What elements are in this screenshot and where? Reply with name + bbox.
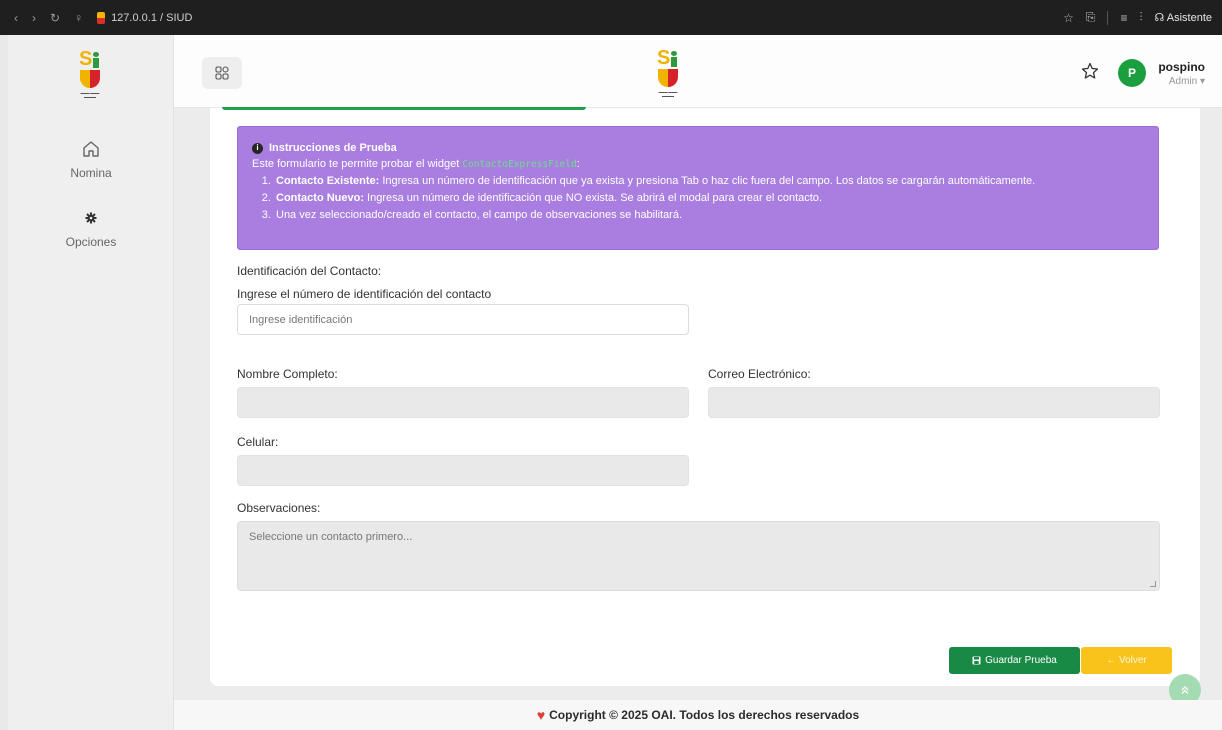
heart-icon: ♥ bbox=[536, 707, 546, 723]
sidebar: S ▬▬▬ ▬▬▬ ▬▬▬▬ Nomina Opciones bbox=[8, 35, 174, 730]
logo-caption: ▬▬▬ ▬▬▬ ▬▬▬▬ bbox=[80, 91, 100, 99]
footer: ♥ Copyright © 2025 OAI. Todos los derech… bbox=[174, 700, 1222, 730]
sidebar-item-label: Nomina bbox=[70, 166, 112, 180]
full-name-label: Nombre Completo: bbox=[237, 367, 338, 381]
assistant-label: Asistente bbox=[1166, 12, 1212, 24]
identification-input[interactable]: Ingrese identificación bbox=[237, 304, 689, 335]
favorite-star-icon[interactable] bbox=[1081, 62, 1099, 85]
email-label: Correo Electrónico: bbox=[708, 367, 811, 381]
widget-name: ContactoExpressField bbox=[462, 159, 577, 170]
phone-field[interactable] bbox=[237, 455, 689, 486]
observations-textarea[interactable]: Seleccione un contacto primero... bbox=[237, 521, 1160, 591]
back-icon[interactable]: ‹ bbox=[14, 11, 18, 25]
info-icon: i bbox=[252, 142, 263, 154]
bookmark-star-icon[interactable]: ☆ bbox=[1063, 11, 1074, 25]
header-logo[interactable]: S ▬▬▬ ▬▬▬ ▬▬▬▬ bbox=[653, 48, 683, 98]
sidebar-item-opciones[interactable]: Opciones bbox=[8, 207, 174, 249]
full-name-field[interactable] bbox=[237, 387, 689, 418]
step-title: Contacto Nuevo: bbox=[276, 192, 364, 204]
save-label: Guardar Prueba bbox=[985, 655, 1057, 666]
microphone-icon[interactable]: ♀ bbox=[74, 11, 83, 25]
favicon-icon bbox=[97, 11, 106, 24]
step-text: Una vez seleccionado/creado el contacto,… bbox=[276, 209, 683, 221]
apps-grid-button[interactable] bbox=[202, 57, 242, 89]
section-label: Identificación del Contacto: bbox=[237, 264, 382, 278]
home-icon bbox=[81, 138, 101, 160]
reload-icon[interactable]: ↻ bbox=[50, 11, 60, 25]
audio-icon[interactable]: ⫶ bbox=[1140, 10, 1143, 25]
logo-caption: ▬▬▬ ▬▬▬ ▬▬▬▬ bbox=[658, 90, 678, 98]
back-button[interactable]: ← Volver bbox=[1081, 647, 1172, 674]
toolbar-divider bbox=[1107, 10, 1109, 25]
user-role: Admin ▾ bbox=[1168, 76, 1205, 87]
user-menu[interactable]: pospino Admin ▾ bbox=[1157, 60, 1205, 87]
browser-toolbar: ‹ › ↻ ♀ 127.0.0.1 / SIUD ☆ ⎘ ≡ ⫶ ☊ Asist… bbox=[0, 0, 1222, 35]
instruction-step: Una vez seleccionado/creado el contacto,… bbox=[274, 207, 1144, 224]
intro-text: Este formulario te permite probar el wid… bbox=[252, 158, 460, 170]
step-text: Ingresa un número de identificación que … bbox=[379, 175, 1036, 187]
logo-mark: S bbox=[79, 49, 101, 90]
instructions-intro: Este formulario te permite probar el wid… bbox=[252, 156, 1144, 173]
instruction-step: Contacto Nuevo: Ingresa un número de ide… bbox=[274, 190, 1144, 207]
instructions-title-text: Instrucciones de Prueba bbox=[269, 142, 397, 154]
double-chevron-up-icon bbox=[1181, 686, 1189, 694]
address-bar[interactable]: 127.0.0.1 / SIUD bbox=[97, 11, 193, 24]
save-test-button[interactable]: Guardar Prueba bbox=[949, 647, 1080, 674]
avatar[interactable]: P bbox=[1118, 59, 1146, 87]
user-name: pospino bbox=[1158, 60, 1205, 74]
share-icon[interactable]: ⎘ bbox=[1086, 10, 1096, 25]
instructions-alert: i Instrucciones de Prueba Este formulari… bbox=[237, 126, 1159, 250]
sidebar-logo[interactable]: S ▬▬▬ ▬▬▬ ▬▬▬▬ bbox=[75, 49, 105, 99]
gear-icon bbox=[85, 207, 97, 229]
observations-label: Observaciones: bbox=[237, 501, 321, 515]
intro-end: : bbox=[576, 158, 580, 170]
phone-label: Celular: bbox=[237, 435, 279, 449]
step-title: Contacto Existente: bbox=[276, 175, 380, 187]
logo-mark: S bbox=[657, 48, 679, 89]
save-icon bbox=[972, 656, 981, 665]
step-text: Ingresa un número de identificación que … bbox=[364, 192, 822, 204]
email-field[interactable] bbox=[708, 387, 1160, 418]
forward-icon[interactable]: › bbox=[32, 11, 36, 25]
top-header: S ▬▬▬ ▬▬▬ ▬▬▬▬ P pospino Admin ▾ bbox=[174, 35, 1222, 108]
copyright-text: Copyright © 2025 OAI. Todos los derechos… bbox=[549, 708, 860, 722]
resize-handle-icon[interactable] bbox=[1150, 581, 1156, 587]
sidebar-item-label: Opciones bbox=[65, 235, 117, 249]
instruction-step: Contacto Existente: Ingresa un número de… bbox=[274, 173, 1144, 190]
app-window: S ▬▬▬ ▬▬▬ ▬▬▬▬ Nomina Opciones S ▬▬▬ ▬▬▬… bbox=[8, 35, 1222, 730]
id-help-label: Ingrese el número de identificación del … bbox=[237, 287, 492, 301]
instructions-title: i Instrucciones de Prueba bbox=[252, 140, 1144, 156]
assistant-button[interactable]: ☊ Asistente bbox=[1155, 11, 1212, 24]
url-text: 127.0.0.1 / SIUD bbox=[111, 11, 193, 24]
sidebar-item-nomina[interactable]: Nomina bbox=[8, 138, 174, 180]
card-accent-bar bbox=[222, 107, 586, 110]
apps-grid-icon bbox=[215, 66, 229, 80]
observations-placeholder: Seleccione un contacto primero... bbox=[249, 531, 413, 543]
menu-icon[interactable]: ≡ bbox=[1120, 11, 1127, 25]
instructions-list: Contacto Existente: Ingresa un número de… bbox=[252, 173, 1144, 224]
